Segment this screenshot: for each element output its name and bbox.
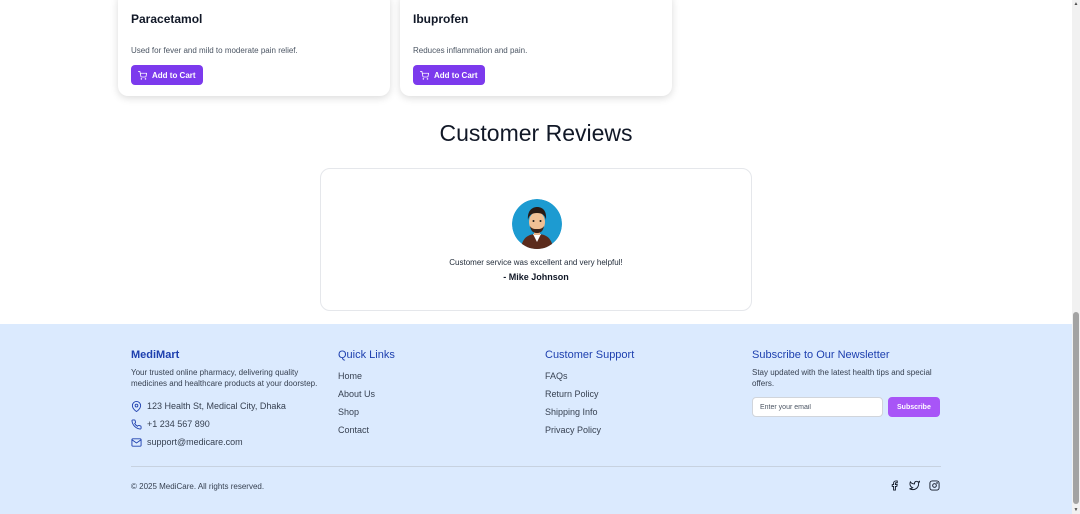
reviews-title: Customer Reviews: [439, 120, 633, 146]
newsletter-title: Subscribe to Our Newsletter: [752, 349, 890, 361]
scroll-up-arrow[interactable]: ▲: [1073, 1, 1079, 7]
support-title: Customer Support: [545, 349, 635, 361]
product-card: Paracetamol Used for fever and mild to m…: [118, 0, 390, 96]
scrollbar-thumb[interactable]: [1073, 312, 1079, 504]
footer-newsletter: Subscribe to Our Newsletter Stay updated…: [752, 349, 942, 417]
footer-description: Your trusted online pharmacy, delivering…: [131, 368, 318, 388]
quick-links-title: Quick Links: [338, 349, 395, 361]
footer-phone: +1 234 567 890: [131, 415, 321, 433]
footer-brand: MediMart: [131, 349, 180, 361]
copyright: © 2025 MediCare. All rights reserved.: [131, 482, 265, 491]
location-icon: [131, 400, 142, 412]
product-name: Paracetamol: [131, 12, 203, 26]
mail-icon: [131, 437, 142, 447]
add-to-cart-button[interactable]: Add to Cart: [131, 65, 203, 85]
footer-link-return-policy[interactable]: Return Policy: [545, 385, 634, 403]
review-text: Customer service was excellent and very …: [449, 258, 623, 267]
phone-text: +1 234 567 890: [147, 419, 210, 429]
footer-divider: [131, 466, 941, 467]
footer-link-contact[interactable]: Contact: [338, 421, 395, 439]
reviewer-avatar: [512, 199, 562, 249]
footer-link-home[interactable]: Home: [338, 367, 395, 385]
scroll-down-arrow[interactable]: ▼: [1073, 507, 1079, 513]
product-card: Ibuprofen Reduces inflammation and pain.…: [400, 0, 672, 96]
address-text: 123 Health St, Medical City, Dhaka: [147, 401, 286, 411]
vertical-scrollbar[interactable]: ▲ ▼: [1072, 0, 1080, 514]
email-text: support@medicare.com: [147, 437, 243, 447]
footer-link-shop[interactable]: Shop: [338, 403, 395, 421]
footer-customer-support: Customer Support FAQs Return Policy Ship…: [545, 349, 634, 439]
add-to-cart-button[interactable]: Add to Cart: [413, 65, 485, 85]
review-card: Customer service was excellent and very …: [320, 168, 752, 311]
twitter-icon[interactable]: [909, 480, 920, 491]
cart-icon: [420, 70, 429, 80]
footer-link-shipping-info[interactable]: Shipping Info: [545, 403, 634, 421]
newsletter-form: Subscribe: [752, 397, 942, 417]
page: Paracetamol Used for fever and mild to m…: [0, 0, 1072, 514]
cart-icon: [138, 70, 147, 80]
product-description: Used for fever and mild to moderate pain…: [131, 46, 298, 55]
footer-link-faqs[interactable]: FAQs: [545, 367, 634, 385]
facebook-icon[interactable]: [889, 480, 900, 491]
instagram-icon[interactable]: [929, 480, 940, 491]
add-to-cart-label: Add to Cart: [434, 70, 478, 80]
social-links: [889, 480, 940, 491]
footer-email: support@medicare.com: [131, 433, 321, 451]
footer: MediMart Your trusted online pharmacy, d…: [0, 324, 1072, 514]
add-to-cart-label: Add to Cart: [152, 70, 196, 80]
product-name: Ibuprofen: [413, 12, 469, 26]
footer-link-privacy-policy[interactable]: Privacy Policy: [545, 421, 634, 439]
phone-icon: [131, 418, 142, 429]
footer-about: MediMart Your trusted online pharmacy, d…: [131, 349, 321, 451]
product-description: Reduces inflammation and pain.: [413, 46, 528, 55]
subscribe-button[interactable]: Subscribe: [888, 397, 940, 417]
review-author: - Mike Johnson: [503, 272, 569, 282]
footer-quick-links: Quick Links Home About Us Shop Contact: [338, 349, 395, 439]
newsletter-email-input[interactable]: [752, 397, 883, 417]
footer-link-about[interactable]: About Us: [338, 385, 395, 403]
newsletter-text: Stay updated with the latest health tips…: [752, 368, 932, 388]
footer-address: 123 Health St, Medical City, Dhaka: [131, 397, 321, 415]
